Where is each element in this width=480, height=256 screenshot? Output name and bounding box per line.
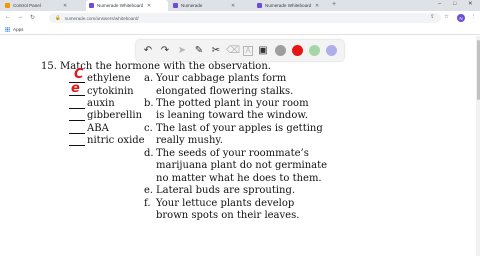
scrollbar-track[interactable] [476,36,480,256]
menu-icon[interactable]: ⋮ [471,14,477,20]
apps-bookmark[interactable]: Apps [13,27,23,32]
text-icon[interactable]: A [243,45,253,56]
reload-icon[interactable]: ↻ [30,14,35,21]
hormone-label: nitric oxide [87,135,145,146]
scissors-icon[interactable]: ✂ [209,44,223,58]
question-number: 15. [41,61,57,72]
observation-letter: e. [144,185,154,196]
close-window-button[interactable]: ✕ [468,1,473,7]
question-prompt: Match the hormone with the observation. [60,61,271,72]
profile-avatar[interactable]: N [457,14,465,22]
hormone-label: auxin [87,98,115,109]
numerade-favicon-icon [173,3,178,8]
color-red-swatch[interactable] [291,45,303,56]
observation-text: Your cabbage plants form [156,73,287,84]
whiteboard-toolbar: ↶ ↷ ➤ ✎ ✂ ⌫ A ▣ [136,40,344,61]
tab-label: Control Panel [13,3,41,8]
answer-blank[interactable] [69,120,85,121]
address-bar[interactable]: 🔒 numerade.com/answers/whiteboard/ [49,13,441,23]
observation-text: The seeds of your roommate’s [156,148,309,159]
forward-icon[interactable]: → [17,14,23,20]
star-icon[interactable]: ☆ [444,14,449,20]
tab-close-icon[interactable]: ✕ [315,3,319,9]
observation-text: Lateral buds are sprouting. [156,185,296,196]
observation-text: really mushy. [156,135,223,146]
color-gray-swatch[interactable] [274,45,286,56]
whiteboard-canvas[interactable]: ↶ ↷ ➤ ✎ ✂ ⌫ A ▣ 15. Match the hormone wi… [0,36,480,256]
numerade-favicon-icon [89,3,94,8]
back-icon[interactable]: ← [5,14,11,20]
observation-text: brown spots on their leaves. [156,210,300,221]
answer-blank[interactable] [69,108,85,109]
control-panel-favicon-icon [5,3,10,8]
handwritten-answer: e [71,81,80,96]
color-green-swatch[interactable] [308,45,320,56]
tab-control-panel[interactable]: Control Panel ✕ [2,0,84,11]
bookmarks-bar: Apps [0,25,480,35]
observation-text: The potted plant in your room [156,98,309,109]
tab-label: Numerade Whiteboard [97,3,144,8]
hormone-label: gibberellin [87,110,143,121]
new-tab-button[interactable]: + [332,1,336,8]
observation-letter: a. [144,73,154,84]
observation-text: Your lettuce plants develop [156,198,295,209]
lock-icon[interactable]: 🔒 [55,15,61,21]
answer-blank[interactable] [69,133,85,134]
url-text[interactable]: numerade.com/answers/whiteboard/ [65,16,139,21]
handwritten-answer: C [74,67,84,82]
browser-toolbar: ← → ↻ 🔒 numerade.com/answers/whiteboard/… [0,11,480,25]
eraser-icon[interactable]: ⌫ [226,44,240,58]
minimize-button[interactable]: – [438,1,441,7]
tab-numerade-whiteboard[interactable]: Numerade Whiteboard ✕ [86,0,168,11]
redo-icon[interactable]: ↷ [158,44,172,58]
answer-blank[interactable] [69,145,85,146]
tab-strip: Control Panel ✕ Numerade Whiteboard ✕ Nu… [0,0,480,11]
numerade-favicon-icon [257,3,262,8]
select-icon[interactable]: ➤ [175,44,189,58]
observation-letter: f. [144,198,151,209]
observation-letter: c. [144,123,153,134]
tab-numerade-whiteboard-2[interactable]: Numerade Whiteboard ✕ [254,0,330,11]
hormone-label: cytokinin [87,86,134,97]
image-icon[interactable]: ▣ [256,44,270,58]
undo-icon[interactable]: ↶ [141,44,155,58]
hormone-label: ethylene [87,73,131,84]
pen-icon[interactable]: ✎ [192,44,206,58]
tab-close-icon[interactable]: ✕ [147,3,151,9]
observation-text: no matter what he does to them. [156,173,322,184]
share-icon[interactable]: ⇪ [430,14,435,20]
scrollbar-thumb[interactable] [476,40,480,100]
observation-text: elongated flowering stalks. [156,86,294,97]
observation-letter: b. [144,98,154,109]
hormone-label: ABA [87,123,109,134]
apps-grid-icon[interactable] [5,27,10,32]
tab-close-icon[interactable]: ✕ [231,3,235,9]
observation-text: is leaning toward the window. [156,110,308,121]
color-purple-swatch[interactable] [325,45,337,56]
tab-close-icon[interactable]: ✕ [63,3,67,9]
maximize-button[interactable]: □ [453,1,456,7]
observation-text: marijuana plant do not germinate [156,160,328,171]
observation-letter: d. [144,148,154,159]
tab-numerade[interactable]: Numerade ✕ [170,0,252,11]
tab-label: Numerade [181,3,203,8]
tab-label: Numerade Whiteboard [265,3,312,8]
observation-text: The last of your apples is getting [156,123,323,134]
